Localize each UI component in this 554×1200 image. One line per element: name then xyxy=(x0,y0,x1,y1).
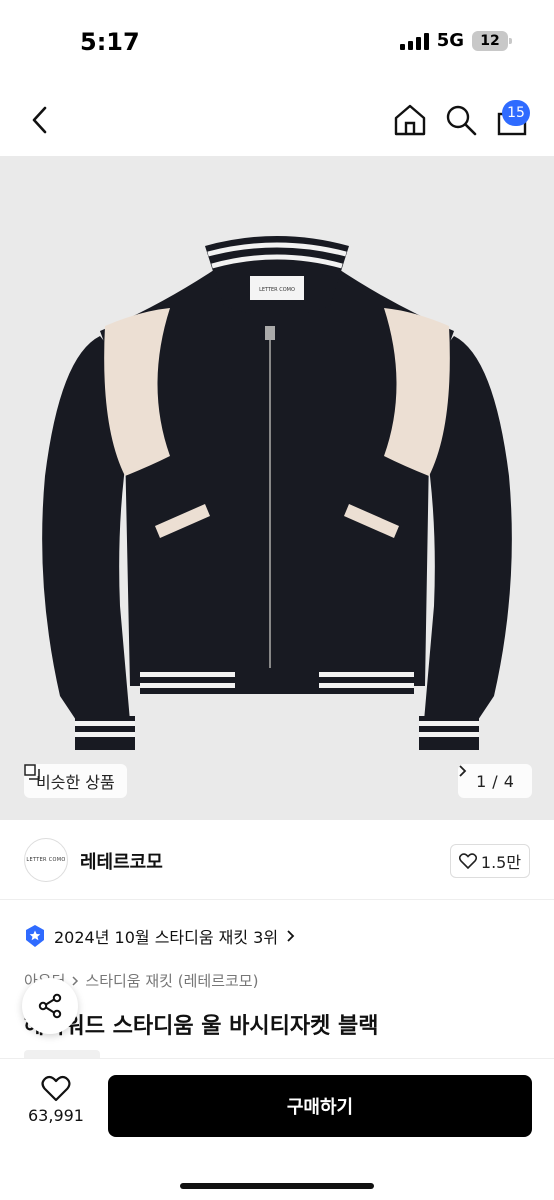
search-button[interactable] xyxy=(443,102,479,138)
bottom-bar: 63,991 구매하기 xyxy=(0,1058,554,1200)
medal-icon xyxy=(26,925,44,947)
jacket-image: LETTER COMO xyxy=(42,236,512,750)
brand-logo[interactable]: LETTER COMO xyxy=(24,838,68,882)
breadcrumb-subcategory[interactable]: 스타디움 재킷 (레테르코모) xyxy=(85,970,258,991)
page-total: 4 xyxy=(503,771,514,791)
status-bar: 5:17 5G 12 xyxy=(0,0,554,84)
brand-like-button[interactable]: 1.5만 xyxy=(450,844,530,878)
nav-bar xyxy=(0,84,554,156)
page-separator: / xyxy=(492,771,498,791)
back-button[interactable] xyxy=(22,102,58,138)
brand-name[interactable]: 레테르코모 xyxy=(80,848,163,874)
ranking-text: 2024년 10월 스타디움 재킷 3위 xyxy=(54,928,279,947)
home-button[interactable] xyxy=(392,102,428,138)
heart-icon xyxy=(458,853,477,869)
share-icon xyxy=(38,993,62,1019)
similar-products-button[interactable]: 비슷한 상품 xyxy=(24,764,127,798)
status-time: 5:17 xyxy=(80,28,140,56)
chevron-right-icon xyxy=(287,930,295,942)
page-current: 1 xyxy=(476,771,487,791)
status-indicators: 5G 12 xyxy=(399,30,512,51)
signal-icon xyxy=(399,32,429,50)
home-indicator xyxy=(180,1183,374,1189)
home-icon xyxy=(394,104,426,136)
battery-level: 12 xyxy=(480,32,500,49)
search-icon xyxy=(446,105,477,136)
buy-button[interactable]: 구매하기 xyxy=(108,1075,532,1137)
brand-row[interactable]: LETTER COMO 레테르코모 1.5만 xyxy=(0,820,554,900)
image-page-indicator: 1 / 4 xyxy=(458,764,532,798)
product-image[interactable]: LETTER COMO 비슷한 상품 1 / 4 xyxy=(0,156,554,820)
similar-icon xyxy=(24,764,40,780)
wishlist-button[interactable]: 63,991 xyxy=(26,1075,86,1125)
share-button[interactable] xyxy=(22,978,78,1034)
jacket-label-text: LETTER COMO xyxy=(259,287,295,293)
heart-icon xyxy=(41,1075,71,1102)
similar-label: 비슷한 상품 xyxy=(36,773,115,792)
wishlist-count: 63,991 xyxy=(28,1106,84,1125)
chevron-right-icon xyxy=(72,975,79,986)
battery-icon: 12 xyxy=(472,30,512,51)
chevron-right-icon xyxy=(459,765,467,777)
cart-badge: 15 xyxy=(502,100,530,126)
network-label: 5G xyxy=(436,30,464,51)
ranking-link[interactable]: 2024년 10월 스타디움 재킷 3위 xyxy=(24,924,296,948)
product-title: 헤비워드 스타디움 울 바시티자켓 블랙 xyxy=(24,1014,379,1039)
brand-like-count: 1.5만 xyxy=(480,853,522,872)
back-icon xyxy=(32,106,47,134)
